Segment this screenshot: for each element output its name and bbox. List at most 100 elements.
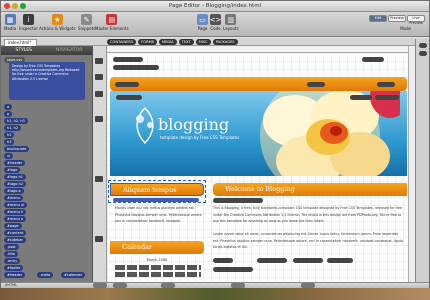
panel-button[interactable] [419,51,427,56]
actions-icon: ★ [51,14,63,25]
media-button[interactable]: ▦ Media [4,14,16,31]
element-handle[interactable] [362,57,384,62]
element-handle[interactable] [115,82,139,87]
containers-menu[interactable]: CONTAINERS [107,39,137,45]
structure-marker[interactable] [95,236,103,242]
style-tag[interactable]: h3 [4,139,15,145]
structure-marker[interactable] [95,58,103,64]
style-tag[interactable]: #sidebar [4,237,26,243]
layouts-view-button[interactable]: ▥ Layouts [223,14,239,31]
master-elements-button[interactable]: ▤ Master Elements [95,14,129,31]
style-tag[interactable]: #content [4,230,27,236]
style-tag[interactable]: #logo h2 [4,181,26,187]
tab-styles[interactable]: STYLES [1,46,47,55]
style-tag[interactable]: p [4,111,13,117]
master-icon: ▤ [106,14,118,25]
inspector-button[interactable]: i Inspector [19,14,38,31]
element-handle[interactable] [213,267,253,272]
style-tag[interactable]: a [4,104,13,110]
style-tag[interactable]: #logo [4,167,21,173]
element-handle[interactable] [257,258,287,263]
design-canvas[interactable]: blogging template design by Free CSS Tem… [107,53,408,282]
structure-marker[interactable] [95,176,103,182]
style-tag[interactable]: #calendar [61,272,86,278]
styles-sidebar: STYLES NAVIGATOR style.css Design by Fre… [1,46,93,282]
style-tag[interactable]: #logo a [4,188,24,194]
element-handle[interactable] [113,65,159,70]
style-tag[interactable]: #menu li [4,209,26,215]
window-controls [4,3,26,9]
element-handle[interactable] [375,95,399,100]
tab-navigator[interactable]: NAVIGATOR [47,46,93,55]
blog-title[interactable]: blogging [158,115,229,134]
structure-marker[interactable] [95,74,103,80]
element-handle[interactable] [293,258,323,263]
style-tag[interactable]: #menu [4,195,23,201]
preview-mode-button[interactable]: Preview [388,15,406,22]
right-tool-panel [415,39,429,282]
post-paragraph[interactable]: This is Blogging, a free, fully standard… [213,205,405,225]
style-tag[interactable]: .meta [37,272,54,278]
snippets-button[interactable]: ✎ Snippets [78,14,95,31]
vertical-scrollbar[interactable] [408,46,415,282]
page-icon: ▭ [197,14,208,25]
edit-mode-button[interactable]: Edit [369,15,387,22]
code-view-button[interactable]: <> Code [210,14,221,31]
actions-widgets-button[interactable]: ★ Actions & Widgets [39,14,75,31]
style-tag[interactable]: #menu a [4,216,27,222]
element-handle[interactable] [213,258,233,263]
post-paragraph-2[interactable]: Lorem ipsum dolor sit amet, consectetuer… [213,231,405,251]
style-tag[interactable]: .post [4,244,19,250]
style-tag[interactable]: .entry [4,258,21,264]
element-handle[interactable] [307,82,325,87]
selected-element-bar[interactable] [113,198,199,202]
element-handle[interactable] [350,95,372,100]
forms-menu[interactable]: FORMS [138,39,157,45]
calendar-heading[interactable]: Calendar [110,241,204,254]
element-handle[interactable] [327,258,353,263]
media-menu[interactable]: MEDIA [158,39,177,45]
inspector-icon: i [22,14,34,25]
style-tag[interactable]: #header [4,160,26,166]
style-tag[interactable]: #page [4,223,22,229]
post-heading-welcome[interactable]: Welcome to Blogging [213,183,407,196]
calendar-row[interactable] [115,265,201,270]
style-tag[interactable]: #footer [4,265,24,271]
style-tag[interactable]: #header [4,272,26,278]
style-tag[interactable]: h1, h2 [4,125,22,131]
text-menu[interactable]: TEXT [178,39,194,45]
element-handle[interactable] [213,198,263,203]
style-tag[interactable]: #logo h1 [4,174,26,180]
misc-menu[interactable]: MISC [195,39,211,45]
style-tag[interactable]: blockquote [4,146,30,152]
live-preview-mode-button[interactable]: Live Preview [407,15,425,25]
minimize-window-icon[interactable] [12,3,18,9]
page-view-button[interactable]: ▭ Page [197,14,208,31]
panel-button[interactable] [419,43,427,48]
element-handle[interactable] [377,82,395,87]
structure-marker[interactable] [95,116,103,122]
code-icon: <> [209,14,222,25]
element-handle[interactable] [113,57,143,62]
style-tag[interactable]: h1, h2, h3 [4,118,28,124]
packages-menu[interactable]: PACKAGES [212,39,238,45]
blog-subtitle[interactable]: template design by Free CSS Templates [160,135,239,140]
style-tag[interactable]: #menu ul [4,202,28,208]
structure-marker[interactable] [95,91,103,97]
style-tag[interactable]: h2 [4,132,15,138]
style-tag[interactable]: .title [4,251,18,257]
flower-image [260,91,400,176]
element-handle[interactable] [116,95,142,100]
document-tab[interactable]: index.html* [4,39,37,46]
sidebar-heading-aliquam[interactable]: Aliquam tempus [110,183,204,196]
nav-menu-bar[interactable] [110,77,407,91]
sidebar-paragraph[interactable]: Mauris vitae nisl nec metus placerat per… [115,205,203,225]
calendar-row[interactable] [115,272,201,277]
style-tag[interactable]: ul [4,153,14,159]
close-window-icon[interactable] [4,3,10,9]
code-element-bar: CONTAINERS FORMS MEDIA TEXT MISC PACKAGE… [107,39,408,46]
zoom-window-icon[interactable] [20,3,26,9]
media-icon: ▦ [4,14,16,25]
blog-header[interactable]: blogging template design by Free CSS Tem… [110,91,407,176]
css-comment-note: Design by Free CSS Templates http://www.… [9,62,85,100]
